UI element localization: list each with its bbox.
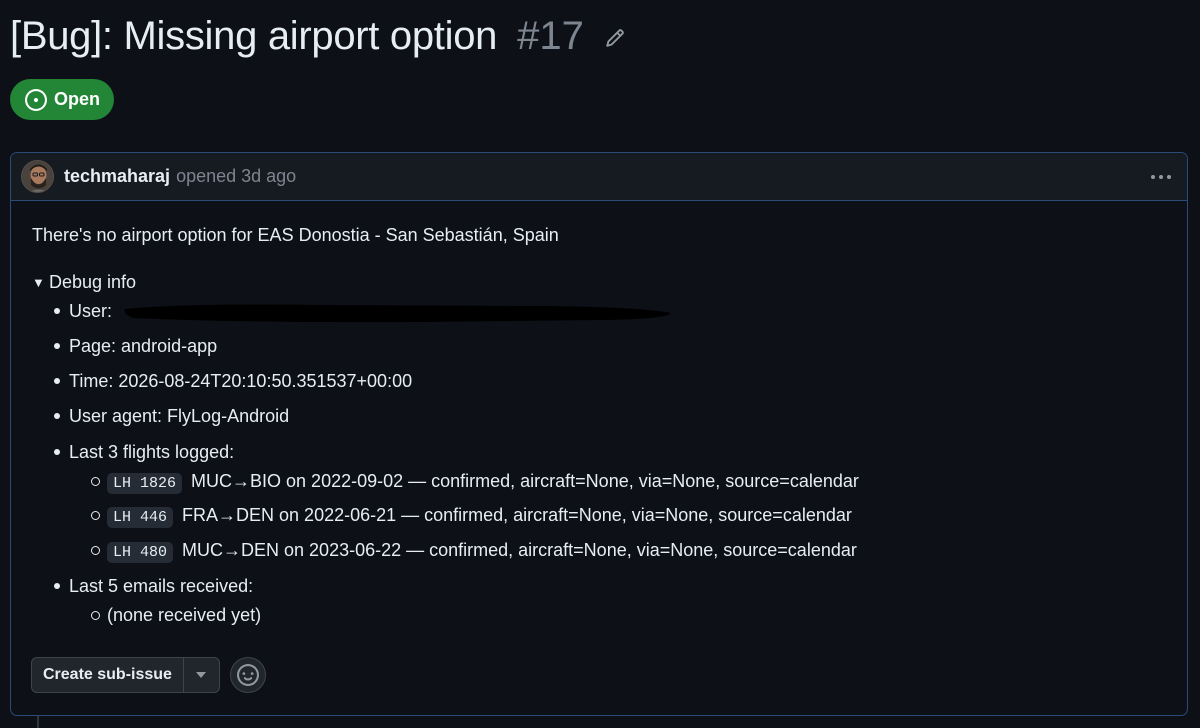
email-item: (none received yet) <box>91 603 1166 627</box>
author-name[interactable]: techmaharaj <box>64 166 170 187</box>
create-sub-issue-split-button: Create sub-issue <box>31 657 220 693</box>
flight-item: LH 446 FRA→DEN on 2022-06-21 — confirmed… <box>91 503 1166 529</box>
avatar[interactable] <box>21 160 54 193</box>
flight-text: FRA→DEN on 2022-06-21 — confirmed, aircr… <box>182 505 852 526</box>
opened-timestamp: opened 3d ago <box>176 166 297 186</box>
status-label: Open <box>54 89 101 109</box>
flight-code: LH 446 <box>107 507 174 529</box>
flight-text: MUC→BIO on 2022-09-02 — confirmed, aircr… <box>191 471 859 492</box>
avatar-image <box>22 161 53 192</box>
flight-code: LH 480 <box>107 541 174 563</box>
flight-item: LH 1826 MUC→BIO on 2022-09-02 — confirme… <box>91 469 1166 495</box>
flights-list: LH 1826 MUC→BIO on 2022-09-02 — confirme… <box>69 469 1166 563</box>
list-item-user-agent: User agent: FlyLog-Android <box>54 404 1166 428</box>
issue-comment: techmaharaj opened 3d ago There's no air… <box>10 152 1188 716</box>
list-item-user: User: <box>54 299 1166 323</box>
kebab-horizontal-icon <box>1151 175 1171 179</box>
emails-list: (none received yet) <box>69 603 1166 627</box>
list-item-emails: Last 5 emails received: (none received y… <box>54 574 1166 628</box>
comment-header: techmaharaj opened 3d ago <box>11 153 1187 201</box>
debug-info-list: User: Page: android-app Time: 2026-08-24… <box>32 299 1166 628</box>
debug-info-summary: Debug info <box>49 272 137 293</box>
list-item-time: Time: 2026-08-24T20:10:50.351537+00:00 <box>54 369 1166 393</box>
smiley-icon <box>236 664 259 686</box>
triangle-down-icon: ▼ <box>32 274 45 290</box>
create-sub-issue-button[interactable]: Create sub-issue <box>32 658 184 692</box>
create-sub-issue-dropdown[interactable] <box>184 658 219 692</box>
comment-intro: There's no airport option for EAS Donost… <box>32 225 559 245</box>
flight-item: LH 480 MUC→DEN on 2023-06-22 — confirmed… <box>91 538 1166 563</box>
add-reaction-button[interactable] <box>229 657 266 693</box>
comment-body: There's no airport option for EAS Donost… <box>11 201 1187 627</box>
comment-footer: Create sub-issue <box>31 657 266 693</box>
timeline-connector <box>37 716 39 728</box>
user-label: User: <box>69 300 113 321</box>
list-item-flights: Last 3 flights logged: LH 1826 MUC→BIO o… <box>54 440 1166 563</box>
emails-label: Last 5 emails received: <box>69 575 254 596</box>
debug-info-toggle[interactable]: ▼ Debug info <box>32 270 1166 294</box>
flight-text: MUC→DEN on 2023-06-22 — confirmed, aircr… <box>182 539 857 560</box>
issue-title-row: [Bug]: Missing airport option #17 <box>10 14 632 59</box>
issue-title: [Bug]: Missing airport option <box>10 14 498 58</box>
issue-opened-icon <box>25 88 47 111</box>
issue-number: #17 <box>517 14 584 58</box>
flights-label: Last 3 flights logged: <box>69 441 235 462</box>
list-item-page: Page: android-app <box>54 334 1166 358</box>
triangle-down-icon <box>196 672 207 678</box>
redaction-mark <box>124 304 672 323</box>
issue-page: [Bug]: Missing airport option #17 Open t… <box>0 0 1200 728</box>
flight-code: LH 1826 <box>107 473 183 495</box>
pencil-icon <box>606 28 624 47</box>
status-badge: Open <box>10 79 114 120</box>
edit-title-button[interactable] <box>598 21 632 55</box>
comment-menu-button[interactable] <box>1147 163 1175 191</box>
